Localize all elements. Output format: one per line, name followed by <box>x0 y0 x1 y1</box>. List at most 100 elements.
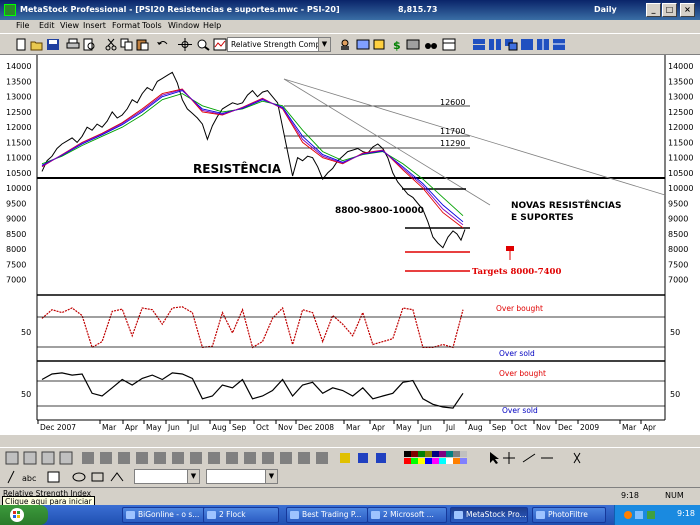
print-icon[interactable] <box>66 38 80 51</box>
title-bar[interactable]: MetaStock Professional - [PSI20 Resisten… <box>0 0 700 20</box>
moving-average-line[interactable] <box>41 89 464 226</box>
rsi-line[interactable] <box>41 306 464 349</box>
task-label: 2 Flock <box>219 510 246 519</box>
chevron-down-icon[interactable]: ▼ <box>265 470 277 483</box>
rectangle-tool-icon[interactable] <box>91 472 104 482</box>
task-best-trading[interactable]: Best Trading P... <box>286 507 368 523</box>
print-preview-icon[interactable] <box>82 38 96 51</box>
task-metastock[interactable]: MetaStock Pro... <box>450 507 528 523</box>
price-tick-label-right: 12000 <box>668 123 693 132</box>
minimize-button[interactable]: _ <box>646 3 661 17</box>
menu-window[interactable]: Window <box>168 21 200 30</box>
chart-canvas[interactable]: 14000 13500 13000 12500 12000 11500 11000 10500… <box>0 55 700 435</box>
marker-icon[interactable] <box>506 246 514 251</box>
tool-15-icon[interactable] <box>262 452 274 464</box>
system-tester-icon[interactable] <box>372 38 386 51</box>
menu-edit[interactable]: Edit <box>39 21 55 30</box>
tool-13-icon[interactable] <box>226 452 238 464</box>
task-microsoft[interactable]: 2 Microsoft ... <box>367 507 447 523</box>
task-photofiltre[interactable]: PhotoFiltre <box>532 507 606 523</box>
price-tick-label: 9000 <box>6 215 26 224</box>
line-tool-icon[interactable] <box>7 470 15 484</box>
tray-icons[interactable] <box>623 508 663 522</box>
explorer-icon[interactable] <box>356 38 370 51</box>
price-tick-label: 13500 <box>6 77 31 86</box>
tool-3-icon[interactable] <box>41 451 55 465</box>
indicator-builder-icon[interactable] <box>213 38 227 51</box>
tool-6-icon[interactable] <box>100 452 112 464</box>
tool-19-icon[interactable] <box>340 453 350 463</box>
tool-14-icon[interactable] <box>244 452 256 464</box>
start-button[interactable] <box>0 505 48 525</box>
menu-file[interactable]: File <box>16 21 29 30</box>
tool-2-icon[interactable] <box>23 451 37 465</box>
paste-icon[interactable] <box>136 38 150 51</box>
erase-tool-icon[interactable] <box>573 452 581 464</box>
chevron-down-icon[interactable]: ▼ <box>187 470 199 483</box>
pointer-icon[interactable] <box>490 452 499 464</box>
crosshair-icon[interactable] <box>178 38 192 51</box>
line-width-select[interactable]: ▼ <box>206 469 278 484</box>
menu-view[interactable]: View <box>60 21 79 30</box>
expert-advisor-icon[interactable] <box>406 38 420 51</box>
tool-4-icon[interactable] <box>59 451 73 465</box>
menu-tools[interactable]: Tools <box>142 21 162 30</box>
drawing-tool-icons[interactable] <box>5 451 386 465</box>
menu-format[interactable]: Format <box>112 21 140 30</box>
polyline-tool-icon[interactable] <box>110 472 124 482</box>
close-button[interactable]: × <box>680 3 695 17</box>
indicator-select[interactable]: Relative Strength Comparativ ▼ <box>227 37 331 52</box>
menu-insert[interactable]: Insert <box>83 21 106 30</box>
tool-18-icon[interactable] <box>316 452 328 464</box>
stochastic-line[interactable] <box>41 372 464 409</box>
moving-average-line[interactable] <box>41 90 464 223</box>
moving-average-line[interactable] <box>41 93 464 217</box>
chevron-down-icon[interactable]: ▼ <box>318 38 330 51</box>
price-line[interactable] <box>41 71 466 249</box>
task-metastock-icon <box>454 511 463 519</box>
tool-21-icon[interactable] <box>376 453 386 463</box>
window-split-icon[interactable] <box>536 38 550 51</box>
copy-icon[interactable] <box>120 38 134 51</box>
save-icon[interactable] <box>46 38 60 51</box>
line-style-select[interactable]: ▼ <box>134 469 200 484</box>
cross-icon[interactable] <box>503 452 515 464</box>
maximize-button[interactable]: □ <box>662 3 677 17</box>
task-flock[interactable]: 2 Flock <box>203 507 279 523</box>
open-icon[interactable] <box>30 38 44 51</box>
window-grid-icon[interactable] <box>520 38 534 51</box>
zoom-icon[interactable] <box>196 38 210 51</box>
tool-5-icon[interactable] <box>82 452 94 464</box>
tool-20-icon[interactable] <box>358 453 368 463</box>
tool-9-icon[interactable] <box>154 452 166 464</box>
tile-vertical-icon[interactable] <box>488 38 502 51</box>
grid-tool-icon[interactable] <box>47 471 60 483</box>
cut-icon[interactable] <box>104 38 118 51</box>
tool-17-icon[interactable] <box>298 452 310 464</box>
dollar-icon[interactable]: $ <box>390 38 404 51</box>
menu-help[interactable]: Help <box>203 21 221 30</box>
tool-7-icon[interactable] <box>118 452 130 464</box>
ellipse-tool-icon[interactable] <box>72 472 86 482</box>
price-annotations[interactable] <box>37 78 666 272</box>
tool-12-icon[interactable] <box>208 452 220 464</box>
tool-16-icon[interactable] <box>280 452 292 464</box>
undo-icon[interactable] <box>156 38 170 51</box>
cascade-icon[interactable] <box>504 38 518 51</box>
layout-icon[interactable] <box>442 38 456 51</box>
tool-10-icon[interactable] <box>172 452 184 464</box>
chart-window[interactable]: 14000 13500 13000 12500 12000 11500 11000 10500… <box>0 55 700 435</box>
tool-1-icon[interactable] <box>5 451 19 465</box>
window-tabs-icon[interactable] <box>552 38 566 51</box>
binoculars-icon[interactable] <box>424 38 438 51</box>
tool-11-icon[interactable] <box>190 452 202 464</box>
expert-icon[interactable] <box>338 38 352 51</box>
task-bigonline[interactable]: BiGonline - o s... <box>122 507 208 523</box>
color-palette[interactable] <box>404 451 467 464</box>
tool-8-icon[interactable] <box>136 452 148 464</box>
new-icon[interactable] <box>14 38 28 51</box>
tile-horizontal-icon[interactable] <box>472 38 486 51</box>
text-tool-icon[interactable]: abc <box>22 474 36 483</box>
trendline-tool-icon[interactable] <box>522 453 536 463</box>
date-tick-label: 2009 <box>580 423 599 432</box>
